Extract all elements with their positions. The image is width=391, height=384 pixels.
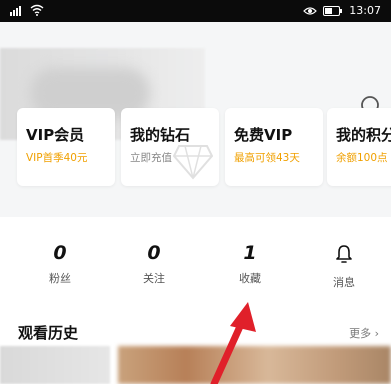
annotation-arrow-icon bbox=[210, 302, 256, 384]
stat-value: 1 bbox=[243, 242, 257, 264]
stat-following[interactable]: 0 关注 bbox=[119, 240, 189, 286]
stat-messages[interactable]: 消息 bbox=[309, 240, 379, 290]
stat-label: 收藏 bbox=[239, 272, 261, 285]
diamond-icon bbox=[173, 145, 213, 180]
history-title: 观看历史 bbox=[18, 324, 79, 342]
card-subtitle: 最高可领43天 bbox=[234, 152, 300, 164]
stat-favorites[interactable]: 1 收藏 bbox=[215, 240, 285, 286]
battery-icon bbox=[323, 5, 343, 16]
card-title: VIP会员 bbox=[26, 126, 85, 144]
stats-row: 0 粉丝 0 关注 1 收藏 消息 bbox=[0, 240, 391, 300]
feature-cards: VIP会员 VIP首季40元 我的钻石 立即充值 免费VIP 最高可领43天 我… bbox=[0, 108, 391, 186]
card-my-points[interactable]: 我的积分 余额100点 bbox=[327, 108, 391, 186]
stat-label: 消息 bbox=[333, 276, 355, 289]
history-thumbnail[interactable] bbox=[0, 346, 110, 384]
card-free-vip[interactable]: 免费VIP 最高可领43天 bbox=[225, 108, 323, 186]
card-vip-member[interactable]: VIP会员 VIP首季40元 bbox=[17, 108, 115, 186]
history-more-link[interactable]: 更多 › bbox=[349, 325, 379, 341]
card-subtitle: VIP首季40元 bbox=[26, 152, 88, 164]
stat-label: 关注 bbox=[143, 272, 165, 285]
bell-wrap bbox=[309, 244, 379, 270]
stat-value: 0 bbox=[53, 242, 67, 264]
status-right: 13:07 bbox=[303, 4, 381, 17]
history-thumbnails bbox=[0, 346, 391, 384]
status-left bbox=[10, 4, 44, 16]
status-bar: 13:07 bbox=[0, 0, 391, 22]
card-my-diamonds[interactable]: 我的钻石 立即充值 bbox=[121, 108, 219, 186]
card-title: 免费VIP bbox=[234, 126, 293, 144]
stat-value: 0 bbox=[147, 242, 161, 264]
card-title: 我的积分 bbox=[336, 126, 391, 144]
status-time: 13:07 bbox=[349, 4, 381, 17]
stat-label: 粉丝 bbox=[49, 272, 71, 285]
wifi-icon bbox=[30, 4, 44, 16]
eye-icon bbox=[303, 6, 318, 15]
card-subtitle: 余额100点 bbox=[336, 152, 388, 164]
bell-icon bbox=[336, 245, 352, 263]
stat-fans[interactable]: 0 粉丝 bbox=[25, 240, 95, 286]
signal-icon bbox=[10, 6, 21, 16]
